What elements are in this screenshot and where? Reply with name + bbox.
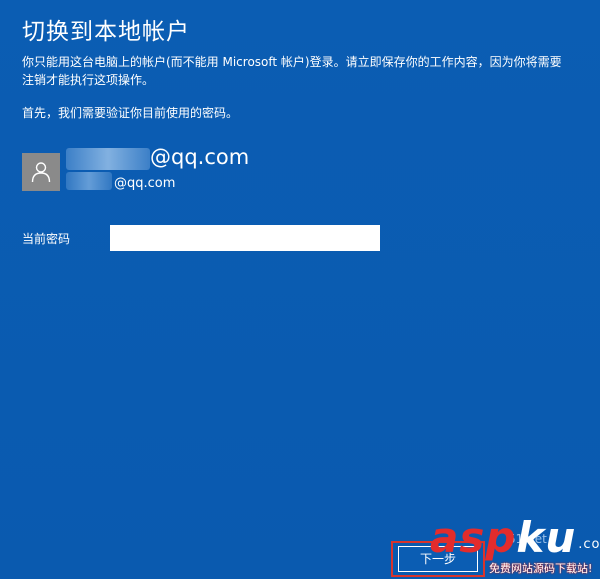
description-text: 你只能用这台电脑上的帐户(而不能用 Microsoft 帐户)登录。请立即保存你… [22,55,562,87]
watermark-logo-net: .com [578,537,600,552]
watermark-logo-asp: asp [430,513,517,562]
current-password-input[interactable] [110,225,380,251]
obscured-account-name [66,148,150,170]
avatar [22,153,60,191]
current-password-label: 当前密码 [22,232,71,246]
user-icon [31,162,51,183]
watermark-logo-ku: ku [516,513,577,562]
page-title: 切换到本地帐户 [22,19,190,45]
account-email-sub: @qq.com [114,176,176,191]
obscured-account-sub [66,172,112,190]
verify-password-text: 首先，我们需要验证你目前使用的密码。 [22,106,239,120]
watermark-slogan: 免费网站源码下载站! [489,562,593,575]
switch-local-account-page: 切换到本地帐户 你只能用这台电脑上的帐户(而不能用 Microsoft 帐户)登… [0,0,600,579]
account-email: @qq.com [150,145,250,169]
